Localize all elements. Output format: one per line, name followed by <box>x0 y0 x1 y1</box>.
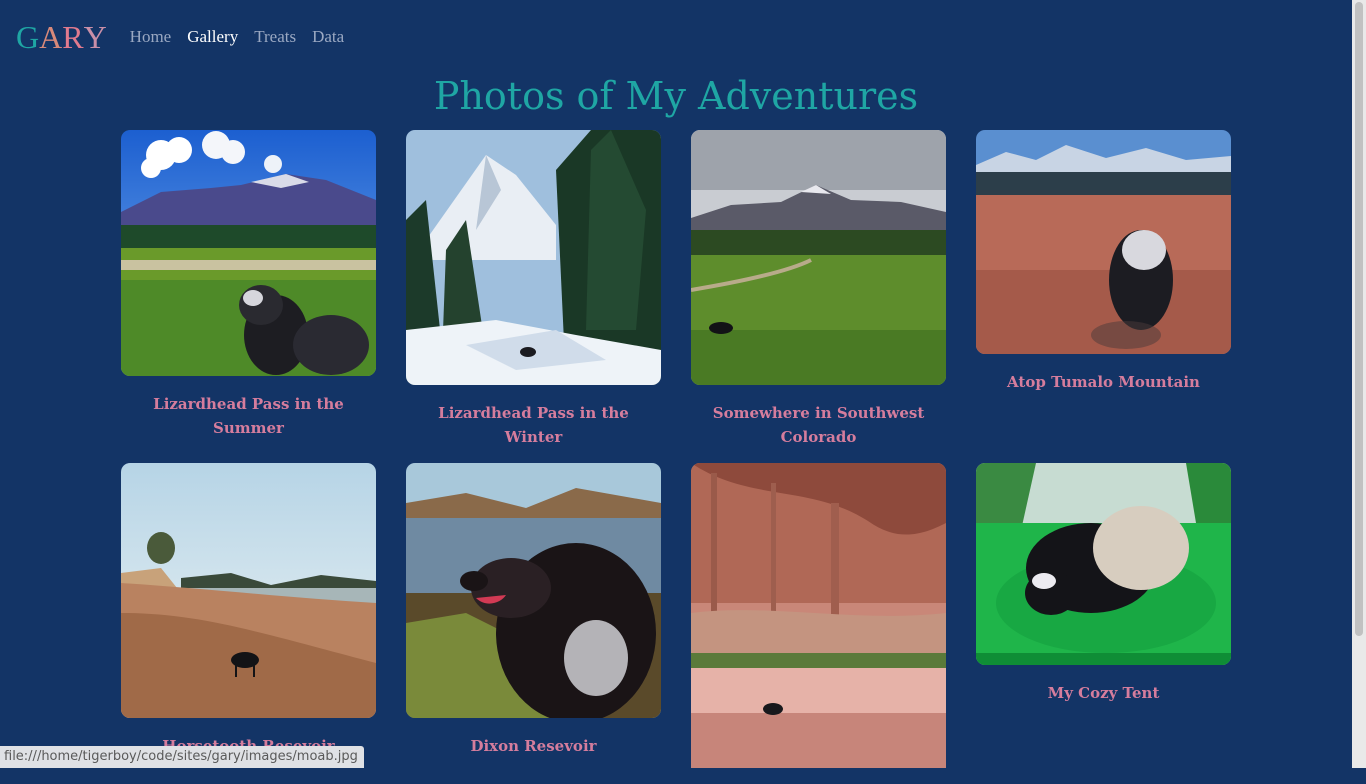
gallery-card: Horsetooth Resevoir <box>121 463 376 758</box>
page-title: Photos of My Adventures <box>433 74 919 118</box>
photo-caption: Atop Tumalo Mountain <box>1007 373 1200 391</box>
nav-link-home[interactable]: Home <box>130 27 172 47</box>
logo-letter: A <box>39 19 63 55</box>
gallery-card: My Cozy Tent <box>976 463 1231 705</box>
nav-link-treats[interactable]: Treats <box>254 27 296 47</box>
gallery-photo-reservoir-beach[interactable] <box>121 463 376 718</box>
gallery-card <box>691 463 946 784</box>
nav-link-data[interactable]: Data <box>312 27 344 47</box>
site-logo[interactable]: GARY <box>16 21 107 53</box>
photo-caption: My Cozy Tent <box>1047 684 1160 702</box>
gallery-photo-tent-sleeping-bag[interactable] <box>976 463 1231 665</box>
gallery-photo-lake-portrait[interactable] <box>406 463 661 718</box>
gallery-card: Lizardhead Pass in the Summer <box>121 130 376 440</box>
photo-caption: Lizardhead Pass in the Winter <box>438 404 629 446</box>
gallery-photo-summer-meadow[interactable] <box>121 130 376 376</box>
gallery-photo-red-canyon[interactable] <box>691 463 946 768</box>
gallery-card: Atop Tumalo Mountain <box>976 130 1231 394</box>
logo-letter: Y <box>83 19 107 55</box>
gallery-card: Lizardhead Pass in the Winter <box>406 130 661 449</box>
photo-caption: Somewhere in Southwest Colorado <box>712 404 925 446</box>
photo-caption: Lizardhead Pass in the Summer <box>153 395 344 437</box>
vertical-scrollbar[interactable] <box>1352 0 1366 768</box>
logo-letter: G <box>16 19 40 55</box>
nav-link-gallery[interactable]: Gallery <box>187 27 238 47</box>
scrollbar-thumb[interactable] <box>1355 2 1363 636</box>
gallery-card: Somewhere in Southwest Colorado <box>691 130 946 449</box>
gallery-photo-winter-snow[interactable] <box>406 130 661 385</box>
status-bar-url: file:///home/tigerboy/code/sites/gary/im… <box>0 746 364 768</box>
photo-caption: Dixon Resevoir <box>470 737 597 755</box>
gallery-card: Dixon Resevoir <box>406 463 661 758</box>
logo-letter: R <box>62 19 84 55</box>
gallery-photo-red-summit[interactable] <box>976 130 1231 354</box>
gallery-photo-green-valley[interactable] <box>691 130 946 385</box>
top-nav: GARY Home Gallery Treats Data <box>16 16 360 58</box>
